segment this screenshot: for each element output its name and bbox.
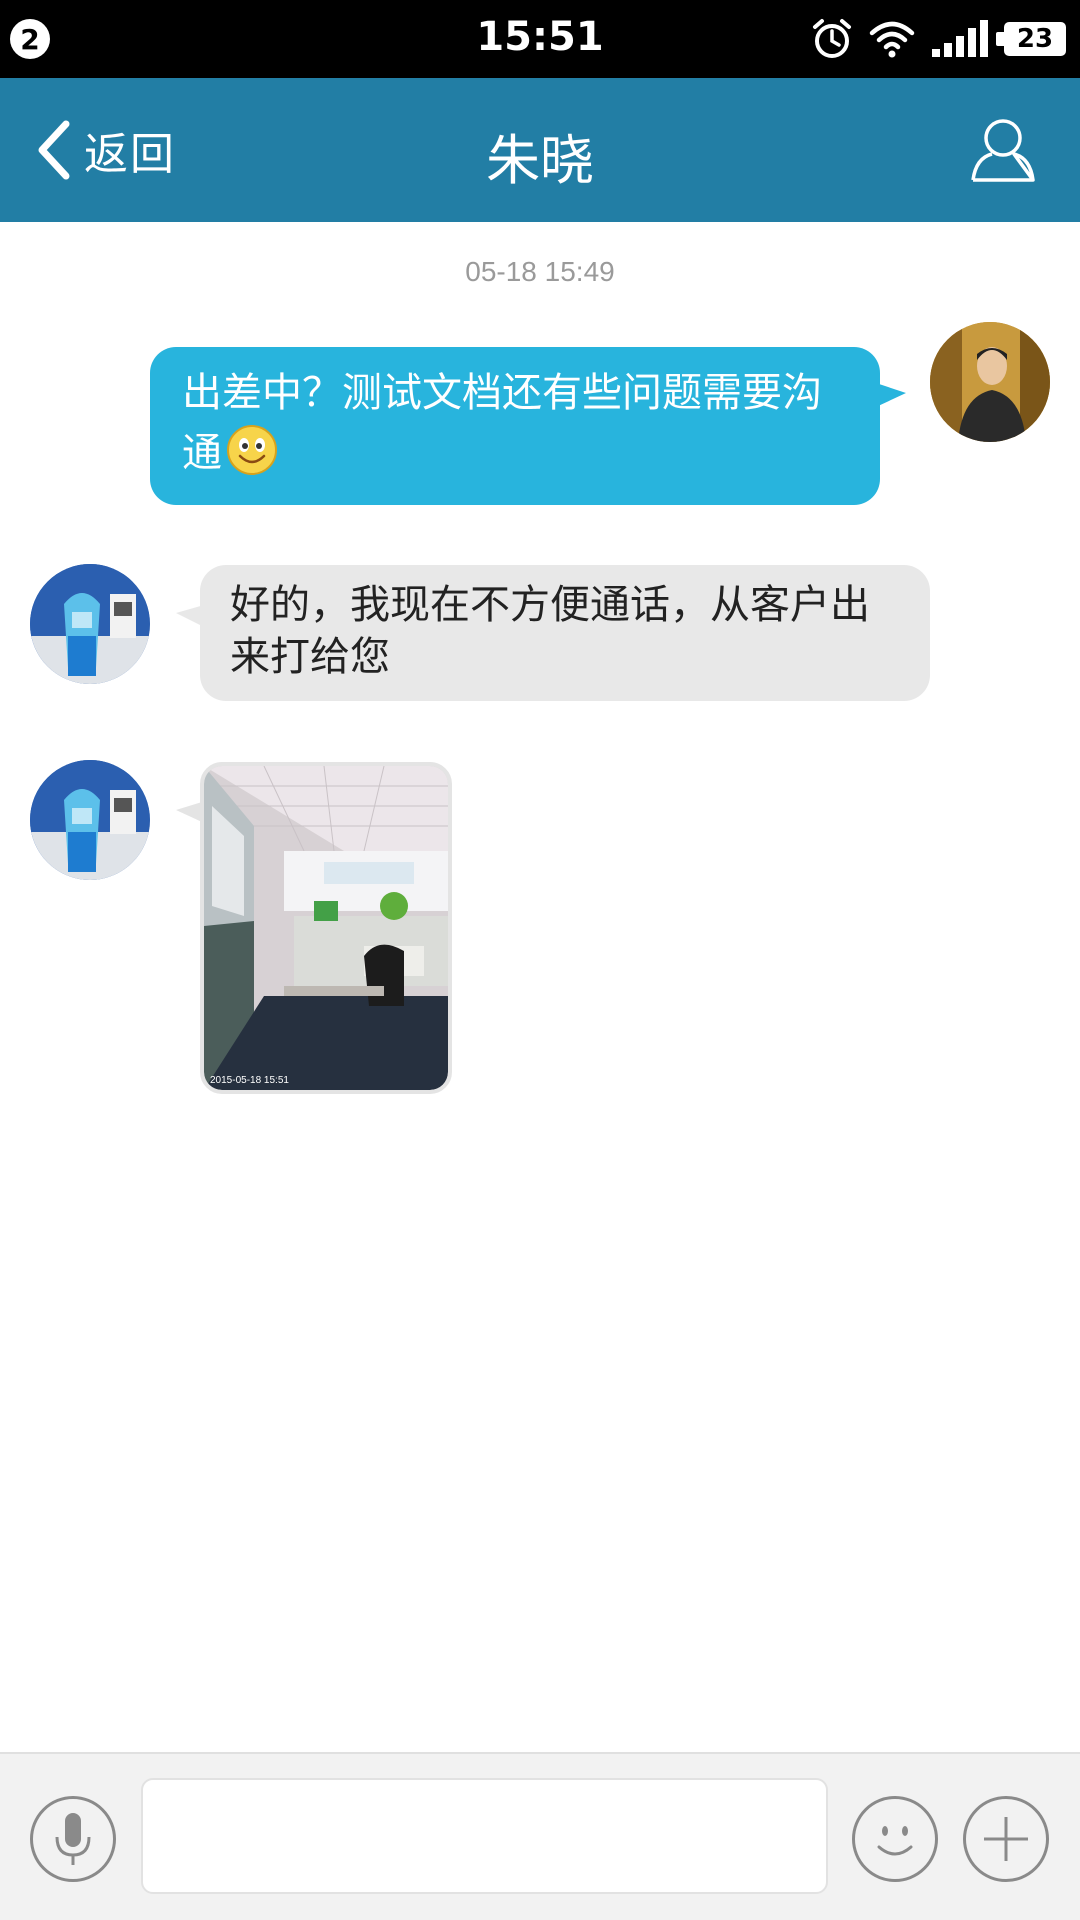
plus-icon	[984, 1817, 1028, 1861]
self-avatar[interactable]	[930, 322, 1050, 442]
smiley-emoji-icon	[227, 425, 277, 475]
wifi-icon	[869, 21, 915, 58]
message-timestamp: 05-18 15:49	[465, 256, 615, 287]
chat-header: 返回 朱晓	[0, 78, 1080, 222]
microphone-icon	[55, 1813, 91, 1865]
voice-input-button[interactable]	[30, 1796, 116, 1882]
image-bubble-tail	[176, 802, 202, 822]
avatar-image	[930, 322, 1050, 442]
incoming-message-bubble[interactable]: 好的，我现在不方便通话，从客户出来打给您	[176, 565, 930, 701]
status-bar: 2 15:51 23	[0, 0, 1080, 78]
avatar-image	[30, 760, 150, 880]
person-outline-icon	[971, 119, 1035, 182]
smiley-icon	[877, 1826, 913, 1856]
image-message-bubble[interactable]: 2015-05-18 15:51	[200, 762, 452, 1094]
message-text: 好的，我现在不方便通话，从客户出来打给您	[230, 582, 870, 680]
more-options-button[interactable]	[963, 1796, 1049, 1882]
battery-level: 23	[1016, 24, 1054, 54]
battery-icon: 23	[996, 22, 1066, 56]
avatar-image	[30, 564, 150, 684]
alarm-icon	[813, 19, 851, 58]
page-title: 朱晓	[486, 129, 594, 192]
emoji-button[interactable]	[852, 1796, 938, 1882]
photo-timestamp: 2015-05-18 15:51	[210, 1075, 289, 1086]
peer-avatar[interactable]	[30, 564, 150, 684]
peer-avatar[interactable]	[30, 760, 150, 880]
outgoing-message-bubble[interactable]: 出差中？测试文档还有些问题需要沟通	[150, 347, 906, 505]
chat-message-list[interactable]: 05-18 15:49 出差中？测试文档还有些问题需要沟通 好的，我现在不方便通…	[0, 222, 1080, 1752]
contact-profile-button[interactable]	[970, 116, 1036, 184]
message-text: 出差中？测试文档还有些问题需要沟通	[182, 370, 822, 476]
message-input[interactable]	[141, 1778, 828, 1894]
status-icons: 23	[810, 16, 1066, 62]
office-photo	[204, 766, 448, 1090]
signal-icon	[932, 20, 988, 57]
message-input-bar	[0, 1752, 1080, 1920]
